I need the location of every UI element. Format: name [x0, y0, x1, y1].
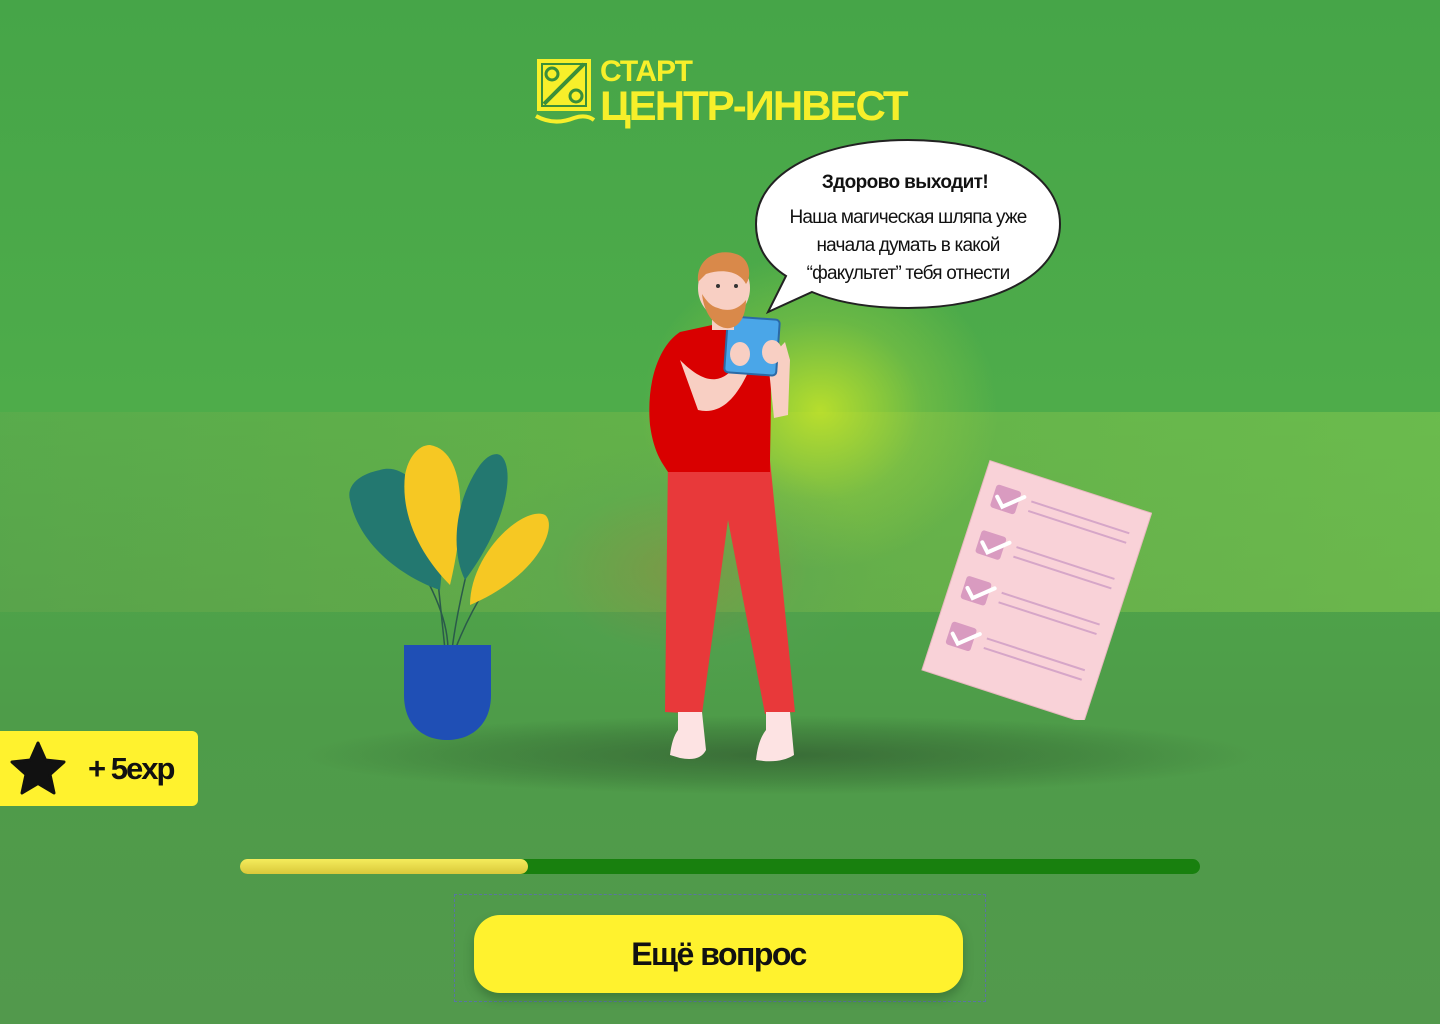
star-icon	[10, 741, 66, 795]
man-with-tablet-illustration	[649, 252, 795, 762]
logo-text-bottom: ЦЕНТР-ИНВЕСТ	[600, 82, 908, 129]
brand-logo: СТАРТ ЦЕНТР-ИНВЕСТ	[534, 56, 908, 129]
exp-reward-label: + 5exp	[88, 751, 175, 786]
logo-icon	[535, 59, 596, 124]
quiz-progress-fill	[240, 859, 528, 874]
checklist-paper-illustration	[921, 460, 1152, 720]
potted-plant-illustration	[349, 445, 549, 740]
bubble-title: Здорово выходит!	[821, 172, 989, 193]
next-question-button[interactable]: Ещё вопрос	[474, 915, 963, 993]
quiz-progress-bar	[240, 859, 1200, 874]
exp-reward-badge: + 5exp	[0, 731, 198, 806]
